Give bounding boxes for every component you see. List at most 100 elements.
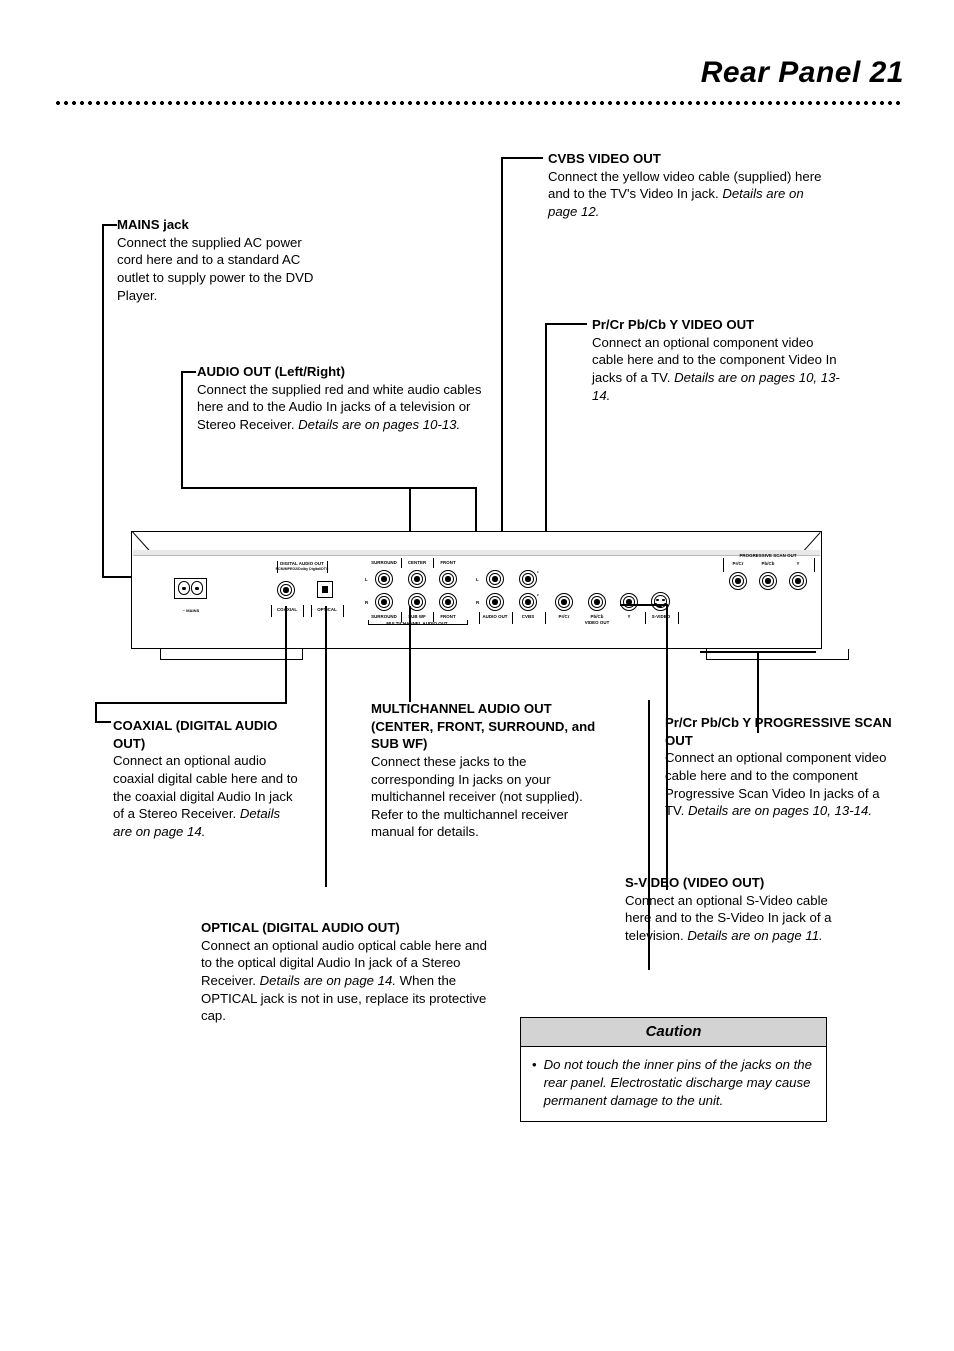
leader-coaxial-tip — [95, 721, 111, 723]
leader-component-horizontal — [545, 323, 587, 325]
callout-component-body: Connect an optional component video cabl… — [592, 334, 840, 403]
mc-top-sep-2 — [433, 558, 434, 568]
caution-bullet: • — [532, 1057, 537, 1072]
leader-coaxial-vertical2 — [95, 702, 97, 722]
video-out-label-pb: Pb/Cb — [590, 614, 604, 619]
callout-coaxial-body: Connect an optional audio coaxial digita… — [113, 753, 298, 839]
callout-audio-out: AUDIO OUT (Left/Right) Connect the suppl… — [197, 363, 487, 434]
progressive-label-pr: Pr/Cr — [732, 561, 744, 566]
callout-progressive-italic: Details are on pages 10, 13-14. — [687, 803, 872, 819]
progressive-group-label: PROGRESSIVE SCAN OUT — [739, 553, 797, 558]
video-out-group-label: VIDEO OUT — [584, 620, 610, 625]
callout-mains-title: MAINS jack — [117, 217, 189, 232]
audio-out-row-label-left: L — [476, 577, 479, 582]
digital-audio-formats-label: PCM/MPEG2/Dolby Digital/DTS — [275, 567, 329, 571]
mc-bottom-label-front: FRONT — [440, 614, 456, 619]
callout-multichannel: MULTICHANNEL AUDIO OUT (CENTER, FRONT, S… — [371, 700, 603, 841]
mc-jack-surround-l — [375, 570, 393, 588]
leader-cvbs-vertical — [501, 157, 503, 587]
chassis-top-line — [133, 555, 820, 556]
callout-cvbs-video-out: CVBS VIDEO OUT Connect the yellow video … — [548, 150, 836, 221]
mc-jack-front-r — [439, 593, 457, 611]
callout-component-title: Pr/Cr Pb/Cb Y VIDEO OUT — [592, 317, 755, 332]
progressive-jack-y — [789, 572, 807, 590]
callout-svideo: S-VIDEO (VIDEO OUT) Connect an optional … — [625, 874, 835, 945]
s-video-pin-1 — [656, 598, 659, 601]
cvbs-jack-2-superscript: 2 — [537, 593, 539, 597]
chassis-foot-left — [160, 649, 303, 660]
cvbs-jack-1 — [519, 570, 537, 588]
video-out-label-pr: Pr/Cr — [558, 614, 570, 619]
cvbs-jack-2 — [519, 593, 537, 611]
svideo-sep-right — [678, 612, 679, 624]
callout-mains-jack: MAINS jack Connect the supplied AC power… — [117, 216, 327, 304]
callout-optical-title: OPTICAL (DIGITAL AUDIO OUT) — [201, 920, 400, 935]
mains-pin-right — [195, 586, 199, 590]
callout-coaxial: COAXIAL (DIGITAL AUDIO OUT) Connect an o… — [113, 717, 298, 840]
progressive-label-y: Y — [796, 561, 800, 566]
digital-audio-out-label: DIGITAL AUDIO OUT — [280, 561, 324, 566]
callout-optical: OPTICAL (DIGITAL AUDIO OUT) Connect an o… — [201, 919, 498, 1025]
coaxial-sep-right — [303, 605, 304, 617]
video-out-jack-y — [620, 593, 638, 611]
leader-svideo-horizontal — [620, 604, 668, 606]
mc-row-label-right: R — [365, 600, 369, 605]
mc-top-sep-1 — [401, 558, 402, 568]
leader-audioout-horizontal2 — [181, 487, 477, 489]
callout-progressive-scan: Pr/Cr Pb/Cb Y PROGRESSIVE SCAN OUT Conne… — [665, 714, 895, 820]
callout-mains-body: Connect the supplied AC power cord here … — [117, 234, 314, 303]
callout-multichannel-body: Connect these jacks to the corresponding… — [371, 753, 583, 840]
callout-svideo-title: S-VIDEO (VIDEO OUT) — [625, 875, 765, 890]
optical-sep-left — [311, 605, 312, 617]
mc-bottom-label-surround: SURROUND — [371, 614, 397, 619]
audio-out-row-label-right: R — [476, 600, 480, 605]
callout-audio-out-italic: Details are on pages 10-13. — [298, 416, 461, 432]
cvbs-silkscreen-label: CVBS — [521, 614, 535, 619]
leader-coaxial-horizontal — [95, 702, 287, 704]
callout-optical-body: Connect an optional audio optical cable … — [201, 937, 487, 1024]
leader-coaxial-vertical — [285, 606, 287, 704]
leader-audioout-vertical — [181, 371, 183, 488]
mc-jack-center — [408, 570, 426, 588]
progressive-bracket-right — [814, 558, 815, 572]
progressive-bracket-left — [723, 558, 724, 572]
progressive-jack-pb — [759, 572, 777, 590]
leader-audioout-horizontal — [181, 371, 196, 373]
callout-multichannel-title: MULTICHANNEL AUDIO OUT (CENTER, FRONT, S… — [371, 701, 596, 752]
callout-coaxial-title: COAXIAL (DIGITAL AUDIO OUT) — [113, 718, 278, 751]
progressive-jack-pr — [729, 572, 747, 590]
callout-optical-italic: Details are on page 14. — [259, 972, 397, 988]
callout-progressive-body: Connect an optional component video cabl… — [665, 750, 887, 819]
leader-mains-horizontal — [102, 224, 117, 226]
leader-mains-vertical — [102, 224, 104, 577]
leader-multichannel-vertical — [409, 606, 411, 702]
audio-out-jack-l — [486, 570, 504, 588]
video-out-label-y: Y — [627, 614, 631, 619]
mains-jack — [174, 578, 207, 599]
video-out-jack-pb — [588, 593, 606, 611]
callout-cvbs-title: CVBS VIDEO OUT — [548, 151, 661, 166]
coaxial-jack — [277, 581, 295, 599]
caution-title: Caution — [521, 1018, 826, 1047]
mc-row-label-left: L — [365, 577, 368, 582]
leader-cvbs-horizontal — [501, 157, 543, 159]
optical-sep-right — [343, 605, 344, 617]
header-dotted-rule — [54, 101, 904, 105]
mc-top-label-center: CENTER — [407, 560, 427, 565]
leader-optical-vertical — [325, 606, 327, 887]
optical-silkscreen-label: OPTICAL — [317, 607, 337, 612]
mc-group-label: MULTICHANNEL AUDIO OUT — [386, 621, 448, 626]
leader-svideo-vertical — [666, 604, 668, 662]
callout-svideo-body: Connect an optional S-Video cable here a… — [625, 892, 832, 943]
cvbs-sep-right — [545, 612, 546, 624]
optical-jack — [317, 581, 333, 598]
manual-page: Rear Panel 21 CVBS VIDEO OUT Connect the… — [0, 0, 954, 1351]
callout-cvbs-body: Connect the yellow video cable (supplied… — [548, 168, 822, 219]
s-video-pin-2 — [662, 598, 665, 601]
svideo-sep-left — [645, 612, 646, 624]
caution-text: Do not touch the inner pins of the jacks… — [543, 1057, 812, 1108]
caution-body: • Do not touch the inner pins of the jac… — [521, 1047, 826, 1121]
page-title: Rear Panel 21 — [700, 56, 904, 89]
mc-top-label-surround: SURROUND — [371, 560, 397, 565]
mc-jack-surround-r — [375, 593, 393, 611]
